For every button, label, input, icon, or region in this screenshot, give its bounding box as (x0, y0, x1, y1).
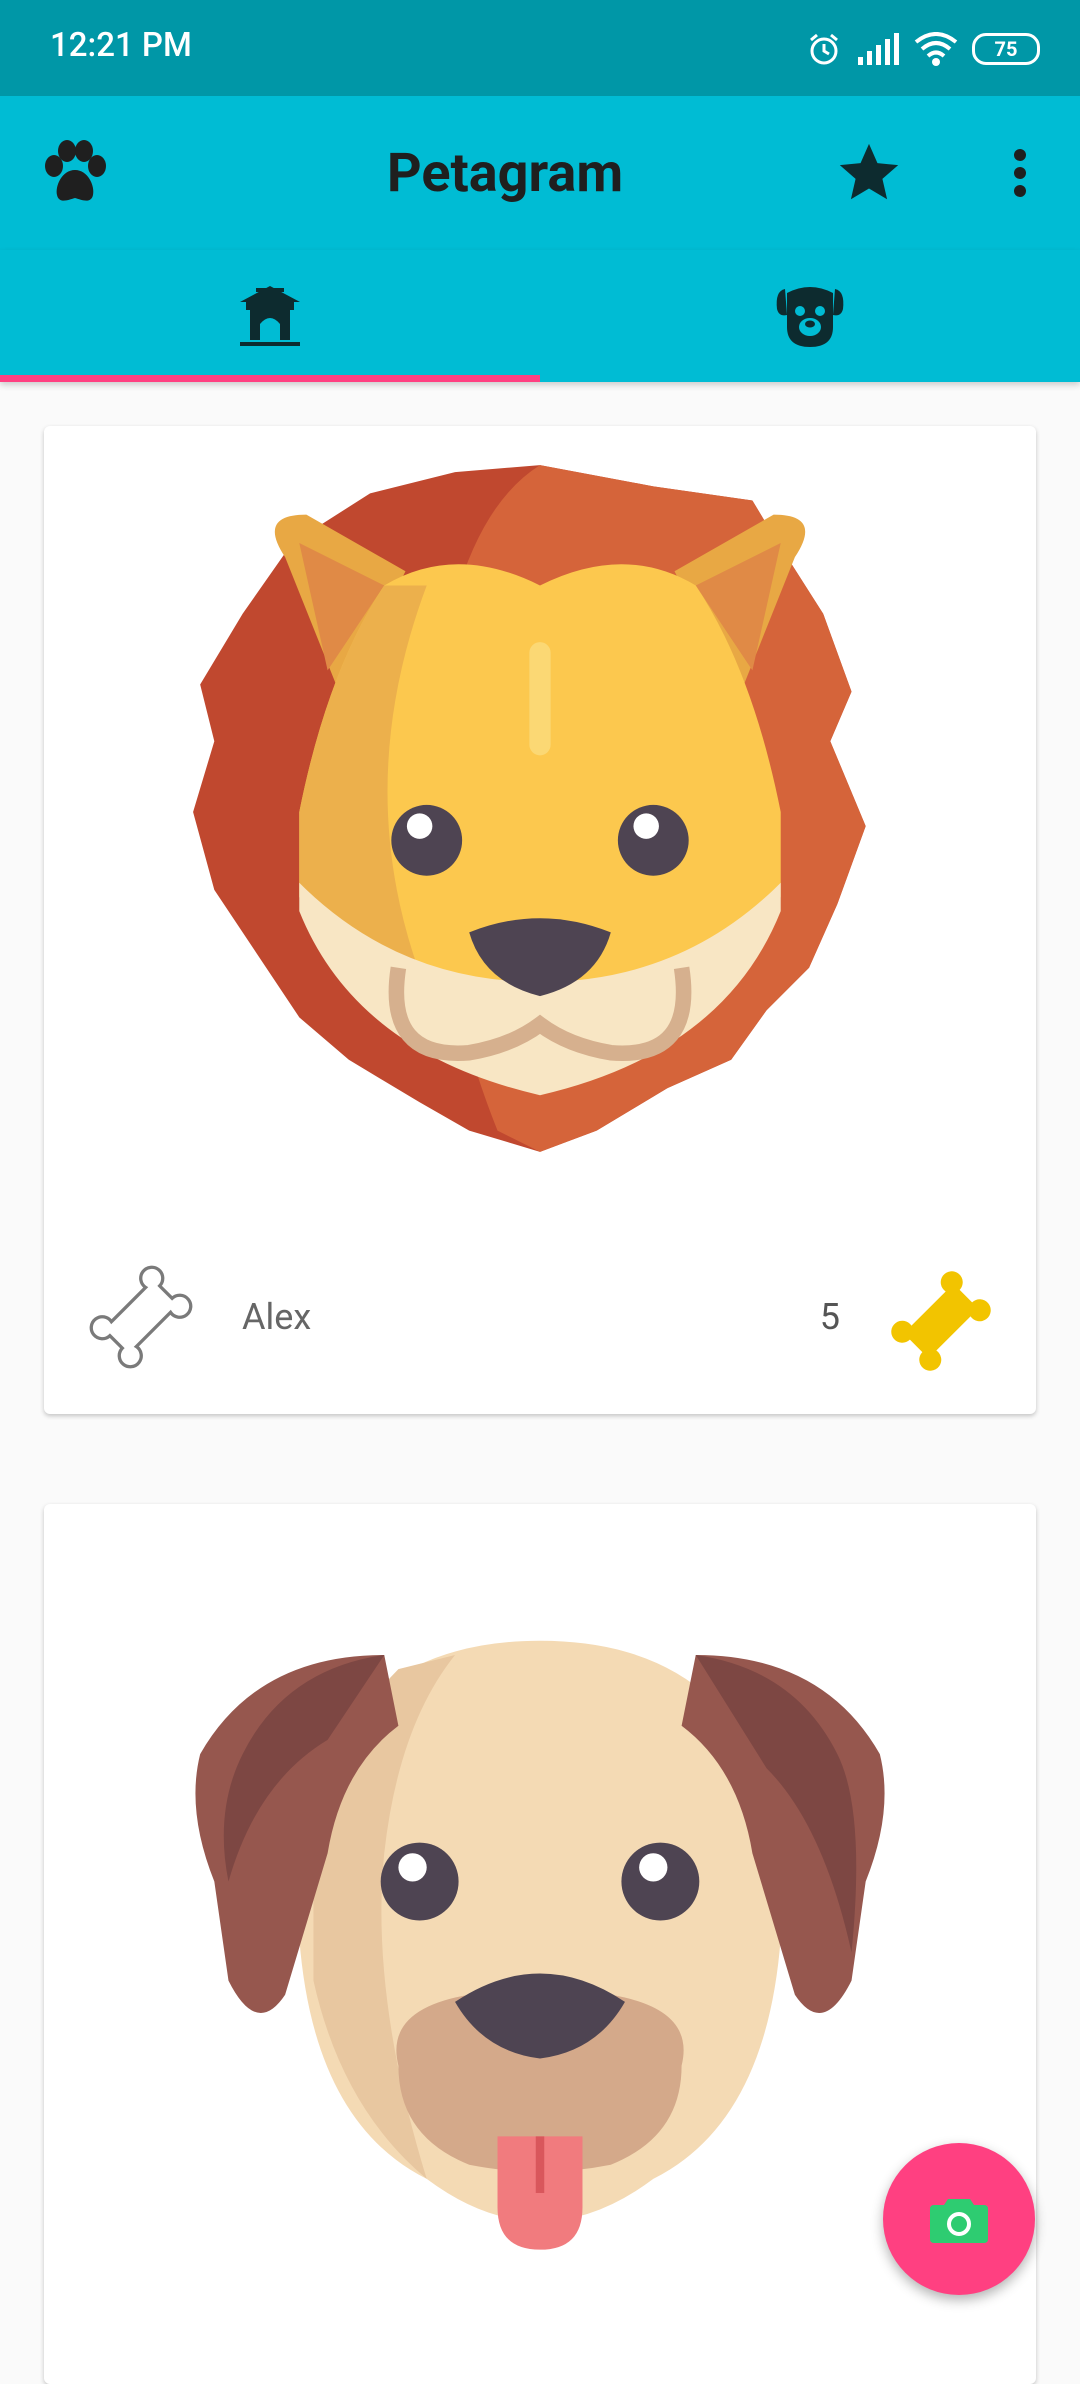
alarm-icon (810, 33, 838, 65)
camera-fab[interactable] (883, 2143, 1035, 2295)
wifi-icon (914, 32, 958, 66)
tab-dog[interactable] (540, 250, 1080, 382)
status-time: 12:21 PM (50, 26, 192, 65)
pet-name: Alex (242, 1296, 312, 1338)
pet-image-lion (193, 465, 866, 1152)
signal-icon (858, 33, 899, 65)
dog-face-icon (776, 287, 844, 347)
battery-level: 75 (994, 37, 1018, 61)
bone-liked-icon (891, 1271, 991, 1371)
tab-indicator (0, 375, 540, 382)
bone-outline-icon[interactable] (86, 1262, 196, 1372)
camera-icon (930, 2199, 988, 2243)
tab-bar (0, 250, 1080, 382)
like-count: 5 (819, 1296, 840, 1338)
tab-doghouse[interactable] (0, 250, 540, 382)
star-icon[interactable] (834, 138, 904, 208)
more-vert-icon[interactable] (1000, 142, 1040, 204)
pet-image-dog (195, 1640, 885, 2250)
pet-card[interactable] (44, 1504, 1036, 2384)
pet-card[interactable]: Alex 5 (44, 426, 1036, 1414)
app-bar: Petagram (0, 96, 1080, 250)
battery-icon: 75 (972, 33, 1040, 65)
doghouse-icon (240, 286, 300, 346)
status-icons: 75 (806, 28, 1040, 70)
status-bar: 12:21 PM 75 (0, 0, 1080, 96)
